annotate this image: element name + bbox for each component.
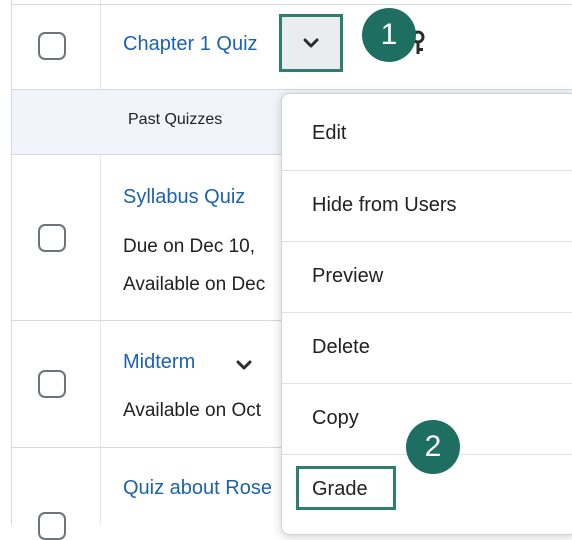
grade-highlight-box — [296, 466, 396, 510]
row-divider — [11, 4, 572, 5]
select-checkbox[interactable] — [38, 370, 66, 398]
section-header-label: Past Quizzes — [128, 111, 223, 128]
select-checkbox[interactable] — [38, 224, 66, 252]
step-callout-1: 1 — [362, 8, 416, 62]
chevron-down-icon — [303, 38, 319, 48]
menu-item-delete[interactable]: Delete — [282, 313, 572, 384]
menu-item-hide-from-users[interactable]: Hide from Users — [282, 171, 572, 242]
menu-item-label: Delete — [312, 336, 370, 358]
quiz-title-link[interactable]: Midterm — [123, 351, 195, 374]
chevron-down-icon[interactable] — [236, 360, 252, 370]
select-checkbox[interactable] — [38, 512, 66, 540]
quiz-actions-dropdown-button[interactable] — [279, 14, 343, 72]
menu-item-label: Copy — [312, 407, 359, 429]
menu-item-preview[interactable]: Preview — [282, 242, 572, 313]
menu-item-edit[interactable]: Edit — [282, 94, 572, 165]
select-checkbox[interactable] — [38, 32, 66, 60]
menu-item-label: Preview — [312, 265, 384, 287]
availability-text: Available on Dec — [123, 274, 266, 295]
menu-item-label: Edit — [312, 122, 347, 144]
step-callout-2: 2 — [406, 420, 460, 474]
quiz-title-link[interactable]: Chapter 1 Quiz — [123, 33, 258, 56]
menu-item-label: Hide from Users — [312, 194, 457, 216]
quiz-title-link[interactable]: Syllabus Quiz — [123, 186, 245, 209]
due-date-text: Due on Dec 10, — [123, 236, 256, 257]
availability-text: Available on Oct — [123, 400, 262, 421]
quiz-title-link[interactable]: Quiz about Rose — [123, 477, 272, 500]
